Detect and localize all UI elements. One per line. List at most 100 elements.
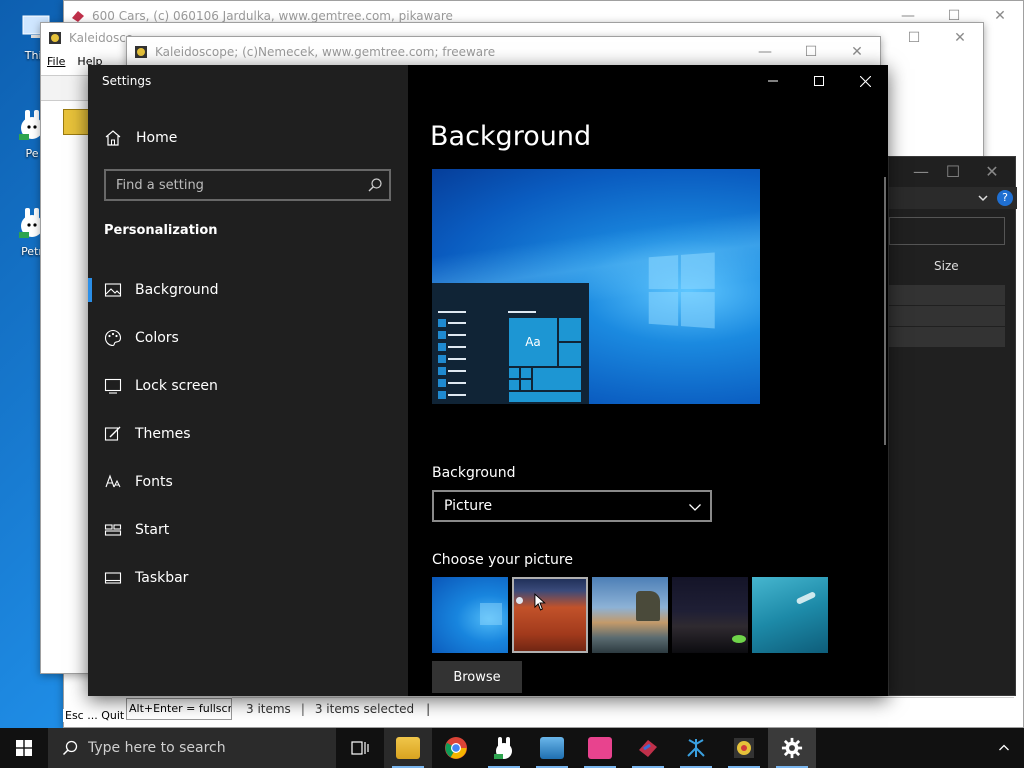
file-row[interactable]: [889, 285, 1005, 305]
esc-quit-hint: Esc ... Quit: [63, 709, 127, 722]
picture-thumbnails: [432, 577, 828, 653]
brush-icon: [104, 426, 121, 441]
desktop-icon-label: Pe: [25, 147, 39, 160]
start-icon: [104, 524, 122, 536]
settings-window[interactable]: Settings Home Personalization Backg: [88, 65, 888, 696]
nav-item-background[interactable]: Background: [88, 266, 408, 314]
start-button[interactable]: [0, 728, 48, 768]
taskbar-app-file-explorer[interactable]: [384, 728, 432, 768]
palette-icon: [105, 329, 122, 347]
close-button[interactable]: ✕: [834, 37, 880, 67]
maximize-button[interactable]: ☐: [937, 157, 969, 185]
search-box[interactable]: [889, 217, 1005, 245]
close-button[interactable]: ✕: [937, 23, 983, 53]
background-type-dropdown[interactable]: Picture: [432, 490, 712, 522]
taskbar-app-kaleidoscope[interactable]: [720, 728, 768, 768]
taskbar-app-chrome[interactable]: [432, 728, 480, 768]
close-button[interactable]: ✕: [969, 157, 1015, 185]
chevron-down-icon[interactable]: [977, 192, 989, 204]
maximize-button[interactable]: [796, 65, 842, 97]
background-type-label: Background: [432, 465, 516, 481]
ribbon: ?: [889, 187, 1017, 209]
start-menu-preview: Aa: [432, 283, 589, 404]
minimize-button[interactable]: —: [742, 37, 788, 67]
show-hidden-icons-button[interactable]: [984, 728, 1024, 768]
petr-icon: [494, 737, 512, 759]
taskbar-app-gemtree[interactable]: [672, 728, 720, 768]
maximize-button[interactable]: ☐: [891, 23, 937, 53]
taskbar-icon: [104, 572, 122, 584]
picture-thumbnail-desert[interactable]: [512, 577, 588, 653]
file-row[interactable]: [889, 306, 1005, 326]
minimize-button[interactable]: [750, 65, 796, 97]
browse-button[interactable]: Browse: [432, 661, 522, 693]
nav-item-taskbar[interactable]: Taskbar: [88, 554, 408, 602]
font-icon: [105, 474, 121, 488]
file-explorer-icon: [396, 737, 420, 759]
column-header-size[interactable]: Size: [934, 259, 959, 273]
taskbar-app-gift[interactable]: [576, 728, 624, 768]
gift-icon: [588, 737, 612, 759]
folder-up-icon[interactable]: [63, 109, 89, 135]
settings-window-controls: [750, 65, 888, 97]
maximize-button[interactable]: ☐: [788, 37, 834, 67]
home-icon: [105, 130, 121, 146]
nav-item-fonts[interactable]: Fonts: [88, 458, 408, 506]
explorer-window[interactable]: — ☐ ✕ ? Size: [888, 156, 1017, 696]
taskbar-app-cars[interactable]: [624, 728, 672, 768]
content-scrollbar[interactable]: [884, 177, 886, 445]
kaleidoscope-titlebar[interactable]: Kaleidoscope; (c)Nemecek, www.gemtree.co…: [127, 37, 880, 67]
kaleidoscope-window[interactable]: Kaleidoscope; (c)Nemecek, www.gemtree.co…: [126, 36, 881, 66]
kaleidoscope-back-title: Kaleidosco: [69, 31, 134, 45]
nav-item-label: Colors: [135, 330, 179, 346]
minimize-button[interactable]: —: [905, 157, 937, 185]
nav-item-label: Themes: [135, 426, 191, 442]
kaleidoscope-icon: [734, 738, 754, 758]
chevron-down-icon: [689, 504, 701, 511]
taskbar-search-input[interactable]: [88, 740, 318, 756]
nav-item-themes[interactable]: Themes: [88, 410, 408, 458]
settings-nav: Background Colors Lock screen Themes Fon…: [88, 266, 408, 602]
shark-icon: [540, 737, 564, 759]
background-preview: Aa: [432, 169, 760, 404]
settings-search-input[interactable]: [106, 171, 356, 199]
nav-item-colors[interactable]: Colors: [88, 314, 408, 362]
fullscreen-hint: Alt+Enter = fullscre: [126, 698, 232, 720]
settings-icon: [781, 737, 803, 759]
task-view-button[interactable]: [336, 728, 384, 768]
picture-icon: [104, 283, 122, 297]
kaleidoscope-app-icon: [49, 32, 61, 44]
home-link[interactable]: Home: [88, 123, 408, 153]
picture-thumbnail-windows[interactable]: [432, 577, 508, 653]
taskbar-app-shark[interactable]: [528, 728, 576, 768]
taskbar-app-petr[interactable]: [480, 728, 528, 768]
taskbar-search-box[interactable]: [48, 728, 336, 768]
picture-thumbnail-beach[interactable]: [592, 577, 668, 653]
picture-thumbnail-night[interactable]: [672, 577, 748, 653]
cars-window-title: 600 Cars, (c) 060106 Jardulka, www.gemtr…: [92, 9, 453, 23]
settings-search-box[interactable]: [104, 169, 391, 201]
settings-window-title: Settings: [102, 74, 152, 88]
search-icon[interactable]: [367, 177, 383, 193]
close-icon: [859, 75, 871, 87]
preview-tile: Aa: [508, 317, 558, 367]
page-title: Background: [430, 121, 592, 152]
section-heading: Personalization: [104, 223, 218, 238]
nav-item-start[interactable]: Start: [88, 506, 408, 554]
items-selected: 3 items selected: [314, 701, 415, 716]
nav-item-label: Taskbar: [135, 570, 189, 586]
toolbar: [41, 75, 91, 101]
task-view-icon: [351, 741, 369, 755]
text-cursor: |: [426, 701, 431, 716]
chevron-up-icon: [999, 744, 1009, 751]
nav-item-lock-screen[interactable]: Lock screen: [88, 362, 408, 410]
close-button[interactable]: [842, 65, 888, 97]
taskbar-app-settings[interactable]: [768, 728, 816, 768]
items-count: 3 items: [246, 701, 291, 716]
minimize-icon: [768, 80, 778, 82]
settings-sidebar: Settings Home Personalization Backg: [88, 65, 408, 696]
menu-file[interactable]: File: [47, 55, 65, 68]
picture-thumbnail-underwater[interactable]: [752, 577, 828, 653]
file-row[interactable]: [889, 327, 1005, 347]
help-icon[interactable]: ?: [997, 190, 1013, 206]
